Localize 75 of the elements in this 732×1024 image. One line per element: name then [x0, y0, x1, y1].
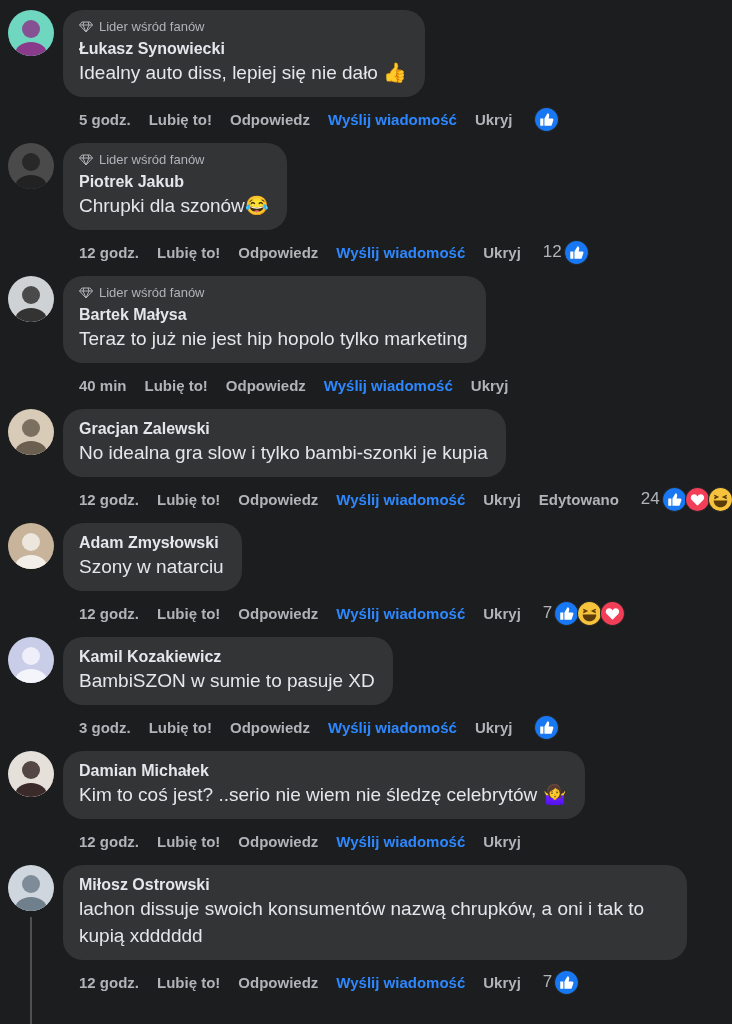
like-icon[interactable]: [661, 486, 687, 512]
hide-link[interactable]: Ukryj: [483, 243, 521, 261]
hide-link[interactable]: Ukryj: [483, 490, 521, 508]
send-message-link[interactable]: Wyślij wiadomość: [336, 604, 466, 622]
like-link[interactable]: Lubię to!: [157, 832, 221, 850]
like-icon[interactable]: [534, 106, 560, 132]
comment-text: Szony w natarciu: [79, 555, 224, 579]
timestamp[interactable]: 12 godz.: [79, 490, 139, 508]
comment-text: Chrupki dla szonów😂: [79, 194, 269, 218]
author-name[interactable]: Adam Zmysłowski: [79, 532, 224, 553]
reaction-count[interactable]: 7: [542, 603, 553, 623]
send-message-link[interactable]: Wyślij wiadomość: [328, 110, 457, 128]
timestamp[interactable]: 12 godz.: [79, 973, 139, 991]
hide-link[interactable]: Ukryj: [474, 718, 513, 736]
comment-text: Teraz to już nie jest hip hopolo tylko marketing: [79, 327, 468, 351]
comment-text: lachon dissuje swoich konsumentów nazwą chrupków, a oni i tak to kupią xdddddd: [79, 897, 646, 948]
fan-badge-label: Lider wśród fanów: [99, 285, 205, 300]
hide-link[interactable]: Ukryj: [470, 376, 509, 394]
laughing-emoji-icon[interactable]: [707, 486, 732, 512]
comment-text: Kim to coś jest? ..serio nie wiem nie śledzę celebrytów 🤷‍♀: [79, 783, 567, 807]
author-name[interactable]: Damian Michałek: [79, 760, 567, 781]
author-name[interactable]: Gracjan Zalewski: [79, 418, 488, 439]
reply-link[interactable]: Odpowiedz: [238, 604, 319, 622]
reaction-count[interactable]: 24: [640, 489, 660, 509]
reply-link[interactable]: Odpowiedz: [230, 718, 310, 736]
timestamp[interactable]: 3 godz.: [79, 718, 131, 736]
comment-text: No idealna gra slow i tylko bambi-szonki je kupia: [79, 441, 488, 465]
edited-label: Edytowano: [538, 490, 619, 508]
author-name[interactable]: Piotrek Jakub: [79, 171, 269, 192]
comment-text: Idealny auto diss, lepiej się nie dało 👍: [79, 61, 408, 85]
send-message-link[interactable]: Wyślij wiadomość: [336, 973, 466, 991]
timestamp[interactable]: 12 godz.: [79, 604, 139, 622]
like-icon[interactable]: [534, 714, 560, 740]
hide-link[interactable]: Ukryj: [474, 110, 513, 128]
timestamp[interactable]: 5 godz.: [79, 110, 131, 128]
reaction-count[interactable]: 12: [542, 242, 562, 262]
like-icon[interactable]: [563, 239, 589, 265]
hide-link[interactable]: Ukryj: [483, 604, 521, 622]
like-icon[interactable]: [554, 969, 580, 995]
diamond-icon: [79, 20, 93, 33]
like-link[interactable]: Lubię to!: [144, 376, 208, 394]
author-name[interactable]: Łukasz Synowiecki: [79, 38, 408, 59]
reaction-count[interactable]: 7: [542, 972, 553, 992]
author-name[interactable]: Bartek Małysa: [79, 304, 468, 325]
diamond-icon: [79, 286, 93, 299]
reply-link[interactable]: Odpowiedz: [238, 973, 319, 991]
send-message-link[interactable]: Wyślij wiadomość: [328, 718, 457, 736]
send-message-link[interactable]: Wyślij wiadomość: [336, 243, 466, 261]
timestamp[interactable]: 40 min: [79, 376, 127, 394]
laughing-emoji-icon[interactable]: [577, 600, 603, 626]
send-message-link[interactable]: Wyślij wiadomość: [336, 832, 466, 850]
reply-link[interactable]: Odpowiedz: [230, 110, 310, 128]
like-link[interactable]: Lubię to!: [148, 718, 212, 736]
like-link[interactable]: Lubię to!: [148, 110, 212, 128]
reply-link[interactable]: Odpowiedz: [238, 490, 319, 508]
like-link[interactable]: Lubię to!: [157, 243, 221, 261]
timestamp[interactable]: 12 godz.: [79, 243, 139, 261]
send-message-link[interactable]: Wyślij wiadomość: [336, 490, 466, 508]
author-name[interactable]: Kamil Kozakiewicz: [79, 646, 375, 667]
fan-badge-label: Lider wśród fanów: [99, 152, 205, 167]
like-link[interactable]: Lubię to!: [157, 604, 221, 622]
reply-link[interactable]: Odpowiedz: [225, 376, 306, 394]
hide-link[interactable]: Ukryj: [483, 832, 521, 850]
like-icon[interactable]: [554, 600, 580, 626]
hide-link[interactable]: Ukryj: [483, 973, 521, 991]
send-message-link[interactable]: Wyślij wiadomość: [323, 376, 453, 394]
author-name[interactable]: Miłosz Ostrowski: [79, 874, 669, 895]
reply-link[interactable]: Odpowiedz: [238, 243, 319, 261]
comment-text: BambiSZON w sumie to pasuje XD: [79, 669, 375, 693]
fan-badge-label: Lider wśród fanów: [99, 19, 205, 34]
timestamp[interactable]: 12 godz.: [79, 832, 139, 850]
diamond-icon: [79, 153, 93, 166]
reply-link[interactable]: Odpowiedz: [238, 832, 319, 850]
like-link[interactable]: Lubię to!: [157, 973, 221, 991]
like-link[interactable]: Lubię to!: [157, 490, 221, 508]
